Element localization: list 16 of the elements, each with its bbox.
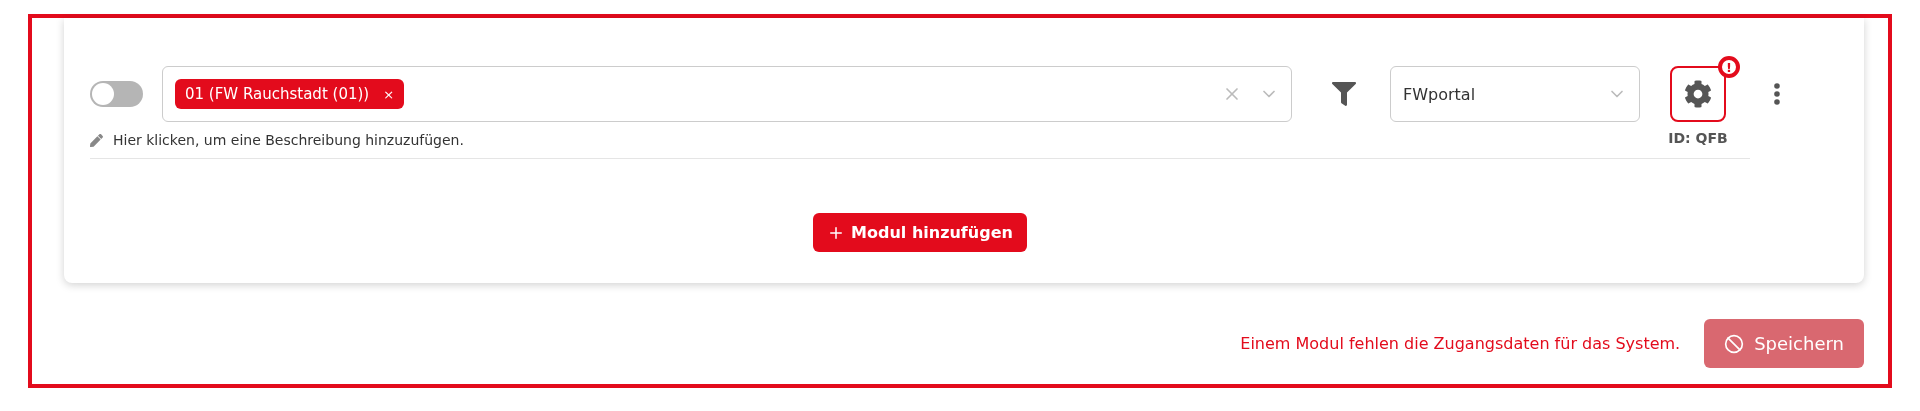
kebab-icon bbox=[1774, 83, 1780, 105]
remove-icon[interactable]: × bbox=[383, 86, 395, 102]
description-hint[interactable]: Hier klicken, um eine Beschreibung hinzuzufügen. bbox=[113, 132, 464, 148]
gear-icon bbox=[1684, 80, 1712, 108]
unit-chip: 01 (FW Rauchstadt (01)) × bbox=[175, 79, 405, 109]
disabled-icon bbox=[1724, 333, 1745, 354]
settings-button[interactable] bbox=[1670, 66, 1726, 122]
pencil-icon bbox=[90, 133, 103, 147]
toggle-switch[interactable] bbox=[90, 81, 143, 107]
add-module-button[interactable]: Modul hinzufügen bbox=[813, 213, 1027, 252]
module-id-label: ID: QFB bbox=[1668, 130, 1728, 146]
error-message: Einem Modul fehlen die Zugangsdaten für das System. bbox=[1240, 334, 1681, 353]
warning-badge: ! bbox=[1718, 56, 1740, 78]
unit-select-field[interactable]: 01 (FW Rauchstadt (01)) × bbox=[162, 66, 1293, 122]
system-dropdown[interactable]: FWportal bbox=[1390, 66, 1640, 122]
filter-icon[interactable] bbox=[1332, 82, 1357, 106]
